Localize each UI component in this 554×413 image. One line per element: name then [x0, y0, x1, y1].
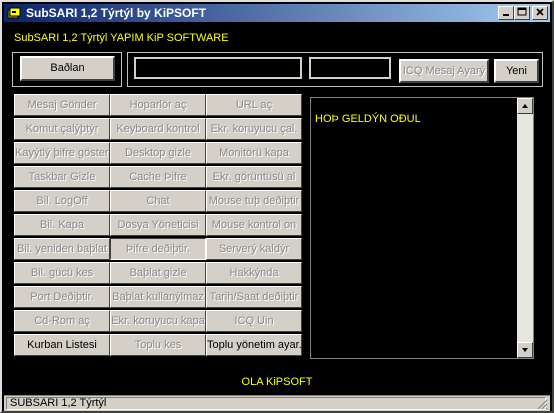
new-button[interactable]: Yeni [494, 59, 539, 83]
minimize-button[interactable] [498, 6, 514, 20]
status-panel: SUBSARI 1,2 Týrtýl [6, 397, 546, 410]
command-button[interactable]: Kayýtlý þifre göster. [14, 142, 110, 164]
command-button[interactable]: Dosya Yöneticisi [110, 214, 206, 236]
command-button[interactable]: Bil. yeniden baþlat [14, 238, 110, 260]
command-button[interactable]: Hoparlör aç [110, 94, 206, 116]
command-button[interactable]: Mesaj Gönder [14, 94, 110, 116]
caption-label: SubSARI 1,2 Týrtýl YAPIM KiP SOFTWARE [14, 32, 229, 44]
app-icon [7, 7, 21, 19]
message-memo[interactable]: HOÞ GELDÝN OÐUL [310, 97, 534, 359]
command-button[interactable]: Baþlat gizle [110, 262, 206, 284]
command-button[interactable]: Taskbar Gizle [14, 166, 110, 188]
scroll-down-button[interactable] [517, 342, 533, 358]
command-button[interactable]: Serverý kaldýr [206, 238, 302, 260]
command-button[interactable]: Desktop gizle [110, 142, 206, 164]
scroll-up-button[interactable] [517, 98, 533, 114]
command-button[interactable]: Ekr. görüntüsü al [206, 166, 302, 188]
command-button[interactable]: ICQ Uin [206, 310, 302, 332]
command-button[interactable]: Ekr. koruyucu kapa [110, 310, 206, 332]
arrow-up-icon [522, 104, 528, 108]
port-input[interactable] [309, 57, 391, 79]
close-icon [536, 8, 544, 16]
arrow-down-icon [522, 348, 528, 352]
resize-grip-icon[interactable] [536, 398, 548, 410]
command-button[interactable]: Ekr. koruyucu çal. [206, 118, 302, 140]
command-button[interactable]: Port Deðiþtir. [14, 286, 110, 308]
command-button[interactable]: Bil. Kapa [14, 214, 110, 236]
command-button[interactable]: Toplu kes [110, 334, 206, 356]
memo-text: HOÞ GELDÝN OÐUL [315, 113, 421, 125]
footer-label: OLA KiPSOFT [241, 376, 313, 388]
command-button[interactable]: Monitörü kapa [206, 142, 302, 164]
command-button[interactable]: Baþlat kullanýlmaz [110, 286, 206, 308]
maximize-icon [517, 7, 527, 16]
command-button[interactable]: Komut çalýþtýr [14, 118, 110, 140]
memo-scrollbar[interactable] [517, 98, 533, 358]
icq-settings-button[interactable]: ICQ Mesaj Ayarý [399, 59, 489, 83]
command-button[interactable]: Bil. LogOff [14, 190, 110, 212]
main-window: SubSARI 1,2 Týrtýl by KiPSOFT SubSARI 1,… [0, 0, 554, 413]
command-button[interactable]: Bil. gücü kes [14, 262, 110, 284]
connect-button[interactable]: Baðlan [20, 56, 115, 81]
command-button-grid: Mesaj Gönder Hoparlör aç URL aç Komut çalýþ… [14, 94, 310, 358]
status-bar: SUBSARI 1,2 Týrtýl [4, 395, 550, 411]
minimize-icon [503, 14, 509, 16]
close-button[interactable] [532, 6, 548, 20]
command-button[interactable]: Tarih/Saat deðiþtir [206, 286, 302, 308]
window-title: SubSARI 1,2 Týrtýl by KiPSOFT [26, 6, 207, 20]
command-button[interactable]: Mouse kontrol on [206, 214, 302, 236]
server-ip-input[interactable] [134, 57, 302, 79]
command-button[interactable]: Hakkýnda [206, 262, 302, 284]
command-button[interactable]: Kurban Listesi [14, 334, 110, 356]
command-button[interactable]: Toplu yönetim ayar. [206, 334, 302, 356]
maximize-button[interactable] [514, 6, 530, 20]
command-button[interactable]: Cache Þifre [110, 166, 206, 188]
title-bar[interactable]: SubSARI 1,2 Týrtýl by KiPSOFT [4, 4, 550, 22]
command-button[interactable]: URL aç [206, 94, 302, 116]
command-button[interactable]: Keyboard kontrol [110, 118, 206, 140]
command-button[interactable]: Þifre deðiþtir. [110, 238, 206, 260]
command-button[interactable]: Chat [110, 190, 206, 212]
command-button[interactable]: Cd-Rom aç [14, 310, 110, 332]
command-button[interactable]: Mouse tuþ deðiþtir [206, 190, 302, 212]
